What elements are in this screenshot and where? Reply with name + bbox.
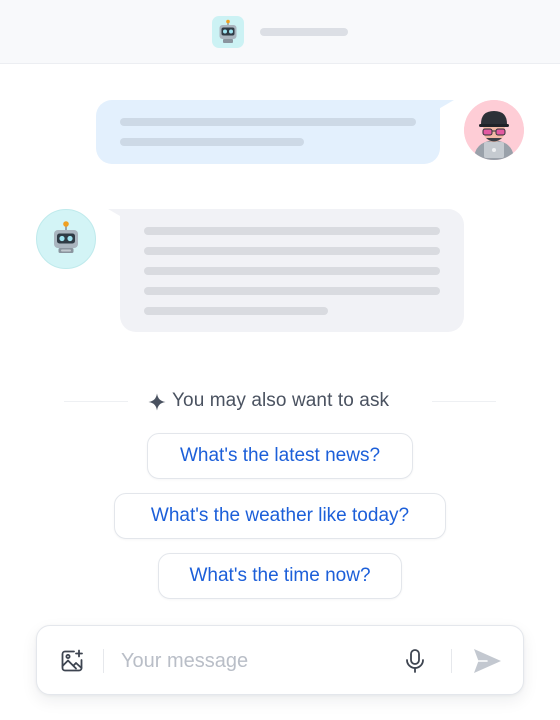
- suggestions-title: You may also want to ask: [172, 390, 390, 411]
- suggestion-chip[interactable]: What's the time now?: [158, 553, 402, 599]
- microphone-icon[interactable]: [403, 648, 427, 674]
- user-avatar-icon: [464, 100, 524, 160]
- bot-message-bubble: [120, 209, 464, 332]
- text-line-placeholder: [144, 307, 328, 315]
- suggestion-chip[interactable]: What's the latest news?: [147, 433, 413, 479]
- message-input[interactable]: [121, 644, 391, 678]
- divider: [64, 401, 128, 402]
- sparkle-icon: [148, 393, 166, 411]
- chat-header: [0, 0, 560, 64]
- divider: [103, 649, 104, 673]
- text-line-placeholder: [144, 267, 440, 275]
- user-avatar: [464, 100, 524, 160]
- suggestions-header: You may also want to ask: [0, 386, 560, 418]
- divider: [432, 401, 496, 402]
- bot-avatar: [36, 209, 96, 269]
- text-line-placeholder: [144, 247, 440, 255]
- robot-icon: [54, 221, 78, 253]
- text-line-placeholder: [144, 227, 440, 235]
- text-line-placeholder: [120, 138, 304, 146]
- suggestion-chip[interactable]: What's the weather like today?: [114, 493, 446, 539]
- user-message-bubble: [96, 100, 440, 164]
- text-line-placeholder: [144, 287, 440, 295]
- send-icon[interactable]: [471, 646, 503, 676]
- header-bot-avatar: [212, 16, 244, 48]
- header-title-placeholder: [260, 28, 348, 36]
- robot-icon: [219, 19, 237, 43]
- text-line-placeholder: [120, 118, 416, 126]
- message-composer: [36, 625, 524, 695]
- divider: [451, 649, 452, 673]
- image-add-icon[interactable]: [59, 648, 85, 674]
